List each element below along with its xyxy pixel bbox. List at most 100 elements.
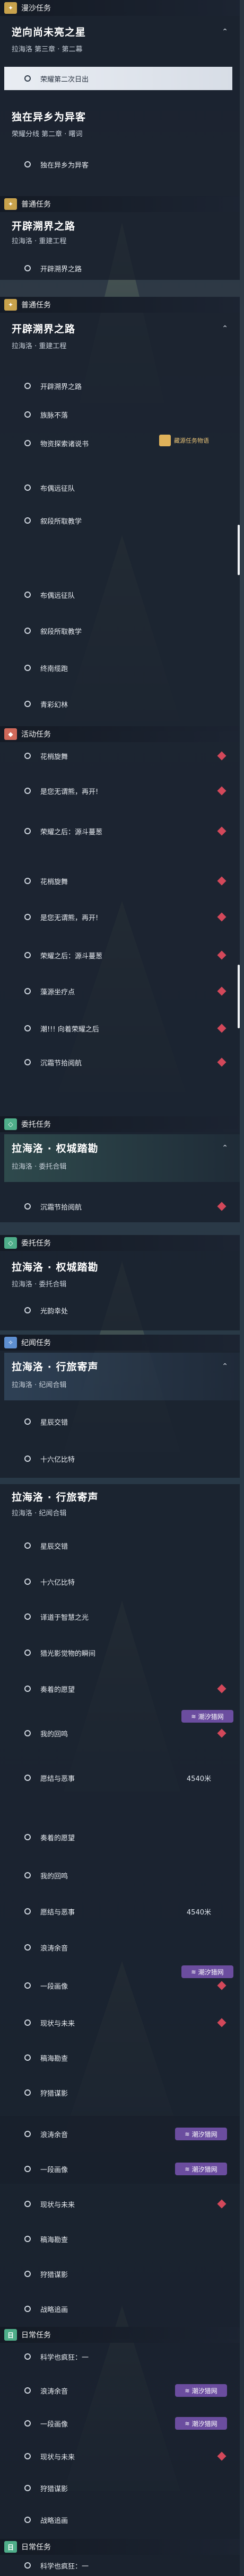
- priority-diamond-icon: [217, 826, 226, 836]
- chevron-up-icon[interactable]: ⌃: [222, 324, 228, 333]
- quest-item[interactable]: 光韵幸处: [4, 1299, 232, 1322]
- quest-item[interactable]: 花梢旋舞: [4, 869, 232, 893]
- scrollbar-thumb[interactable]: [238, 525, 240, 575]
- quest-item[interactable]: 战略追画: [4, 2297, 232, 2321]
- quest-item[interactable]: 我的回鸣: [4, 1722, 232, 1745]
- category-header-daily: 日 日常任务: [0, 2539, 240, 2555]
- quest-item[interactable]: 是您无谓熊，再开!: [4, 779, 232, 802]
- category-header-daily: 日 日常任务: [0, 2327, 240, 2343]
- quest-item[interactable]: 藻源坐疗点: [4, 980, 232, 1003]
- quest-group-header[interactable]: 逆向尚未亮之星 拉海洛 第三章 · 第二幕 ⌃: [4, 18, 240, 60]
- quest-item[interactable]: 星辰交错: [4, 1410, 232, 1433]
- quest-item[interactable]: 浪涛余音 ≋ 潮汐猎网: [4, 2122, 232, 2146]
- quest-item-label: 一段画像: [40, 1982, 68, 1991]
- quest-item[interactable]: 一段画像 ≋ 潮汐猎网: [4, 2412, 232, 2435]
- quest-item[interactable]: 现状与未来: [4, 2011, 232, 2034]
- quest-item[interactable]: 沉霜节拾阅航: [4, 1051, 232, 1074]
- quest-item[interactable]: 奏着的愿望: [4, 1677, 232, 1700]
- event-tag: ≋ 潮汐猎网: [175, 2163, 227, 2175]
- quest-item[interactable]: 布偶远征队: [4, 476, 232, 499]
- quest-item-label: 现状与未来: [40, 2201, 75, 2209]
- quest-item[interactable]: 译道于智慧之光: [4, 1605, 232, 1628]
- radio-dot-icon: [24, 701, 31, 707]
- quest-item[interactable]: 浪涛余音 ≋ 潮汐猎网: [4, 2379, 232, 2402]
- radio-dot-icon: [24, 2236, 31, 2242]
- quest-item[interactable]: 一段画像 ≋ 潮汐猎网: [4, 2157, 232, 2181]
- quest-item-label: 狩猎谋影: [40, 2485, 68, 2493]
- quest-item[interactable]: 叙段所取教学: [4, 509, 232, 532]
- quest-item[interactable]: 族脉不落: [4, 403, 232, 426]
- scrollbar-thumb[interactable]: [238, 965, 240, 1028]
- quest-group-header[interactable]: 拉海洛 · 权城踏勘 拉海洛 · 委托合辑 ⌃: [4, 1134, 240, 1182]
- quest-item[interactable]: 潮!!! 向着荣耀之后: [4, 1017, 232, 1040]
- category-title: 纪闻任务: [21, 1339, 51, 1347]
- quest-item[interactable]: 是您无谓熊，再开!: [4, 905, 232, 929]
- radio-dot-icon: [24, 440, 31, 446]
- chevron-up-icon[interactable]: ⌃: [222, 1144, 228, 1152]
- quest-item[interactable]: 科学也疯狂：一: [4, 2556, 232, 2575]
- quest-item[interactable]: 我的回鸣: [4, 1864, 232, 1887]
- category-title: 普通任务: [21, 200, 51, 209]
- quest-item[interactable]: 开辟溯界之路: [4, 374, 232, 398]
- quest-item[interactable]: 猎光影觉物的瞬间: [4, 1641, 232, 1664]
- quest-item[interactable]: 沉霜节拾阅航: [4, 1195, 232, 1218]
- quest-item[interactable]: 叙段所取教学: [4, 619, 232, 642]
- quest-item-label: 我的回鸣: [40, 1872, 68, 1881]
- quest-group-header[interactable]: 独在异乡为异客 荣耀分线 第二章 · 曙词: [4, 103, 240, 143]
- quest-group-header[interactable]: 开辟溯界之路 拉海洛 · 重建工程: [4, 213, 240, 251]
- quest-item[interactable]: 一段画像: [4, 1974, 232, 1997]
- radio-dot-icon: [24, 878, 31, 884]
- quest-item[interactable]: 星辰交错: [4, 1534, 232, 1557]
- quest-item-label: 开辟溯界之路: [40, 265, 82, 274]
- priority-diamond-icon: [217, 1024, 226, 1033]
- watermark-stamp: 藏源任务物语: [159, 434, 239, 447]
- quest-item[interactable]: 青彩幻林: [4, 692, 232, 716]
- lore-badge-icon: ✧: [4, 1337, 17, 1348]
- quest-item[interactable]: 愿结与恶事 4540米: [4, 1766, 232, 1789]
- quest-item[interactable]: 狩猎谋影: [4, 2476, 232, 2500]
- quest-item[interactable]: 战略追画: [4, 2508, 232, 2531]
- daily-badge-icon: 日: [4, 2329, 17, 2341]
- quest-item[interactable]: 十六亿比特: [4, 1447, 232, 1470]
- quest-group-header[interactable]: 拉海洛 · 行旅寄声 拉海洛 · 纪闻合辑 ⌃: [4, 1353, 240, 1400]
- quest-item[interactable]: 奏着的愿望: [4, 1825, 232, 1849]
- quest-item-label: 一段画像: [40, 2166, 68, 2174]
- quest-item[interactable]: 布偶远征队: [4, 583, 232, 606]
- radio-dot-icon: [24, 484, 31, 491]
- quest-item[interactable]: 荣耀之后：源斗蔓葱: [4, 819, 232, 843]
- quest-item[interactable]: 独在异乡为异客: [4, 153, 232, 176]
- wave-icon: ≋: [185, 2130, 190, 2138]
- quest-item-selected[interactable]: 荣耀第二次日出: [4, 67, 232, 90]
- quest-item[interactable]: 现状与未来: [4, 2445, 232, 2468]
- quest-item[interactable]: 十六亿比特: [4, 1570, 232, 1593]
- quest-item-label: 星辰交错: [40, 1418, 68, 1427]
- quest-group-header[interactable]: 开辟溯界之路 拉海洛 · 重建工程 ⌃: [4, 315, 240, 363]
- quest-item[interactable]: 狩猎谋影: [4, 2081, 232, 2104]
- quest-item-label: 族脉不落: [40, 411, 68, 420]
- quest-item[interactable]: 稿海勘查: [4, 2046, 232, 2069]
- quest-item[interactable]: 花梢旋舞: [4, 744, 232, 767]
- quest-item[interactable]: 狩猎谋影: [4, 2262, 232, 2286]
- quest-group-header[interactable]: 拉海洛 · 行旅寄声 拉海洛 · 纪闻合辑: [4, 1484, 240, 1527]
- quest-item[interactable]: 开辟溯界之路: [4, 257, 232, 280]
- quest-item[interactable]: 科学也疯狂：一: [4, 2345, 232, 2368]
- quest-title: 独在异乡为异客: [12, 111, 86, 123]
- radio-dot-icon: [24, 2054, 31, 2061]
- activity-badge-icon: ◆: [4, 728, 17, 740]
- quest-title: 拉海洛 · 行旅寄声: [12, 1492, 99, 1503]
- quest-item[interactable]: 浪涛余音: [4, 1936, 232, 1959]
- quest-group-header[interactable]: 拉海洛 · 权城踏勘 拉海洛 · 委托合辑: [4, 1253, 240, 1295]
- priority-diamond-icon: [217, 950, 226, 960]
- event-tag: ≋ 潮汐猎网: [181, 1710, 233, 1723]
- quest-item-label: 狩猎谋影: [40, 2089, 68, 2098]
- quest-item[interactable]: 稿海勘查: [4, 2227, 232, 2251]
- chevron-up-icon[interactable]: ⌃: [222, 28, 228, 36]
- quest-item-label: 科学也疯狂：一: [40, 2353, 89, 2362]
- quest-item[interactable]: 荣耀之后：源斗蔓葱: [4, 943, 232, 967]
- quest-subtitle: 拉海洛 · 纪闻合辑: [12, 1510, 67, 1518]
- quest-item[interactable]: 终南缆跑: [4, 656, 232, 680]
- chevron-up-icon[interactable]: ⌃: [222, 1362, 228, 1371]
- quest-item[interactable]: 愿结与恶事 4540米: [4, 1900, 232, 1923]
- radio-dot-icon: [24, 828, 31, 834]
- quest-item[interactable]: 现状与未来: [4, 2192, 232, 2216]
